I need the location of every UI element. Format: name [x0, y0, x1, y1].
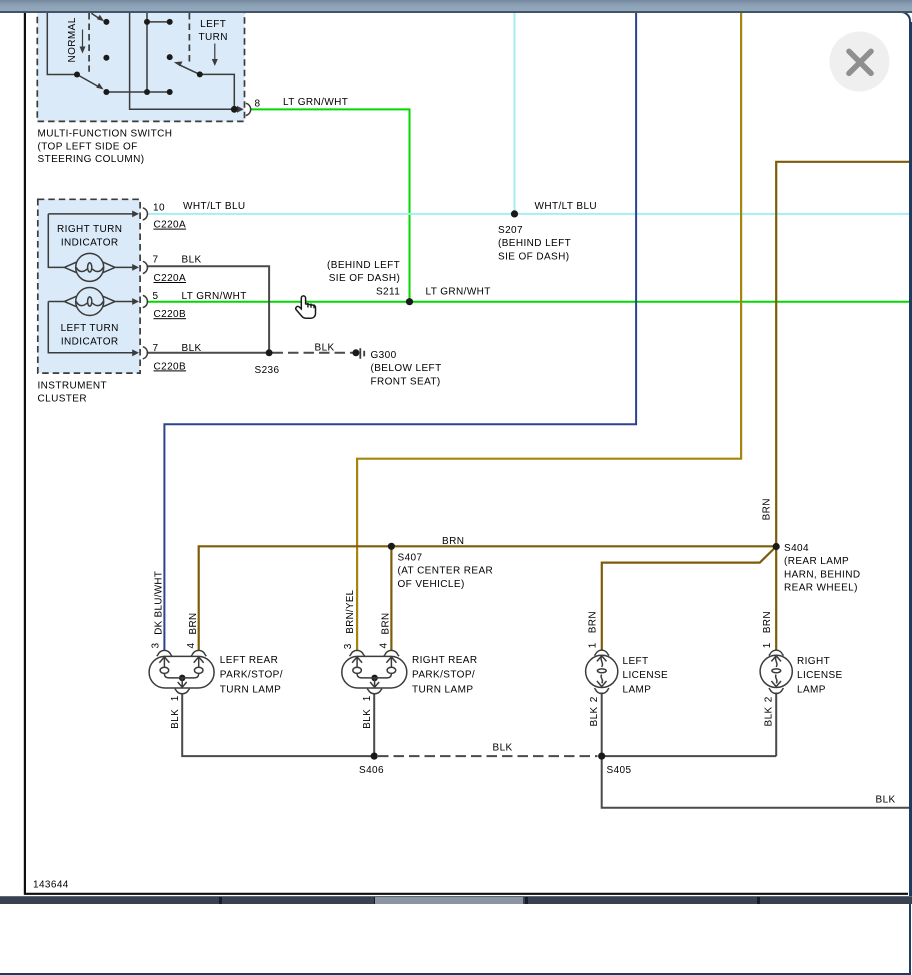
svg-text:REAR WHEEL): REAR WHEEL) [784, 583, 858, 594]
svg-text:3: 3 [150, 643, 161, 649]
svg-text:LAMP: LAMP [797, 685, 826, 696]
svg-text:C220A: C220A [154, 220, 187, 231]
svg-text:CLUSTER: CLUSTER [38, 394, 87, 405]
svg-text:BLK: BLK [493, 742, 513, 753]
svg-text:C220A: C220A [154, 273, 187, 284]
svg-text:TURN LAMP: TURN LAMP [220, 685, 281, 696]
svg-text:1: 1 [170, 695, 181, 701]
svg-text:2: 2 [589, 696, 600, 702]
svg-text:4: 4 [378, 643, 389, 649]
svg-text:7: 7 [153, 255, 159, 266]
svg-text:SIE OF DASH): SIE OF DASH) [498, 251, 569, 262]
svg-text:INDICATOR: INDICATOR [61, 238, 119, 249]
svg-text:(REAR LAMP: (REAR LAMP [784, 556, 849, 567]
svg-text:RIGHT: RIGHT [797, 656, 830, 667]
svg-text:(BELOW LEFT: (BELOW LEFT [371, 363, 442, 374]
svg-text:PARK/STOP/: PARK/STOP/ [412, 670, 475, 681]
svg-text:BLK: BLK [182, 255, 202, 266]
svg-text:BRN: BRN [380, 613, 391, 635]
svg-text:3: 3 [343, 643, 354, 649]
svg-text:RIGHT TURN: RIGHT TURN [57, 224, 122, 235]
svg-text:LEFT REAR: LEFT REAR [220, 655, 278, 666]
svg-text:BRN: BRN [442, 536, 464, 547]
svg-text:C220B: C220B [154, 309, 187, 320]
svg-text:BRN: BRN [762, 611, 773, 633]
svg-text:BLK: BLK [315, 342, 335, 353]
svg-text:BLK: BLK [763, 706, 774, 726]
svg-text:8: 8 [255, 99, 261, 110]
svg-text:SIE OF DASH): SIE OF DASH) [329, 273, 400, 284]
svg-text:143644: 143644 [33, 880, 69, 891]
svg-text:S406: S406 [359, 765, 384, 776]
svg-text:OF VEHICLE): OF VEHICLE) [398, 579, 465, 590]
svg-text:STEERING COLUMN): STEERING COLUMN) [38, 154, 145, 165]
svg-text:1: 1 [587, 642, 598, 648]
svg-text:WHT/LT BLU: WHT/LT BLU [183, 201, 246, 212]
svg-text:INDICATOR: INDICATOR [61, 337, 119, 348]
svg-text:LICENSE: LICENSE [623, 670, 669, 681]
svg-text:BRN: BRN [761, 498, 772, 520]
svg-text:DK BLU/WHT: DK BLU/WHT [153, 571, 164, 635]
svg-text:LEFT: LEFT [623, 656, 649, 667]
svg-text:TURN LAMP: TURN LAMP [412, 685, 473, 696]
svg-text:S405: S405 [607, 765, 632, 776]
svg-text:1: 1 [362, 695, 373, 701]
svg-text:INSTRUMENT: INSTRUMENT [38, 381, 108, 392]
svg-text:HARN, BEHIND: HARN, BEHIND [784, 569, 860, 580]
svg-text:BLK: BLK [362, 709, 373, 729]
svg-text:BRN: BRN [587, 611, 598, 633]
svg-text:LT GRN/WHT: LT GRN/WHT [182, 291, 247, 302]
svg-text:LICENSE: LICENSE [797, 670, 843, 681]
svg-text:(BEHIND LEFT: (BEHIND LEFT [327, 260, 400, 271]
svg-text:S207: S207 [498, 225, 523, 236]
svg-text:FRONT SEAT): FRONT SEAT) [371, 376, 441, 387]
svg-text:4: 4 [186, 643, 197, 649]
svg-text:MULTI-FUNCTION SWITCH: MULTI-FUNCTION SWITCH [38, 129, 173, 140]
svg-text:LAMP: LAMP [623, 685, 652, 696]
svg-text:1: 1 [762, 642, 773, 648]
svg-text:WHT/LT BLU: WHT/LT BLU [535, 201, 598, 212]
svg-text:10: 10 [153, 202, 165, 213]
svg-text:BLK: BLK [876, 795, 896, 806]
svg-text:BLK: BLK [182, 343, 202, 354]
svg-text:S236: S236 [255, 365, 280, 376]
svg-text:LT GRN/WHT: LT GRN/WHT [283, 97, 348, 108]
svg-text:PARK/STOP/: PARK/STOP/ [220, 670, 283, 681]
svg-text:S404: S404 [784, 543, 809, 554]
svg-text:TURN: TURN [199, 32, 228, 43]
svg-text:LEFT: LEFT [200, 19, 226, 30]
svg-text:LT GRN/WHT: LT GRN/WHT [426, 286, 491, 297]
svg-text:(TOP LEFT SIDE OF: (TOP LEFT SIDE OF [38, 141, 138, 152]
svg-text:C220B: C220B [154, 361, 187, 372]
svg-text:7: 7 [153, 343, 159, 354]
svg-text:(AT CENTER REAR: (AT CENTER REAR [398, 566, 494, 577]
svg-text:(BEHIND LEFT: (BEHIND LEFT [498, 238, 571, 249]
svg-text:S211: S211 [376, 286, 400, 297]
svg-text:NORMAL: NORMAL [67, 17, 78, 62]
svg-text:LEFT TURN: LEFT TURN [61, 323, 119, 334]
svg-text:BRN: BRN [188, 613, 199, 635]
svg-text:2: 2 [763, 696, 774, 702]
svg-text:RIGHT REAR: RIGHT REAR [412, 655, 478, 666]
svg-text:S407: S407 [398, 552, 423, 563]
svg-text:G300: G300 [371, 350, 397, 361]
svg-text:BLK: BLK [170, 709, 181, 729]
svg-text:5: 5 [153, 291, 159, 302]
svg-text:BLK: BLK [589, 706, 600, 726]
svg-text:BRN/YEL: BRN/YEL [345, 590, 356, 634]
